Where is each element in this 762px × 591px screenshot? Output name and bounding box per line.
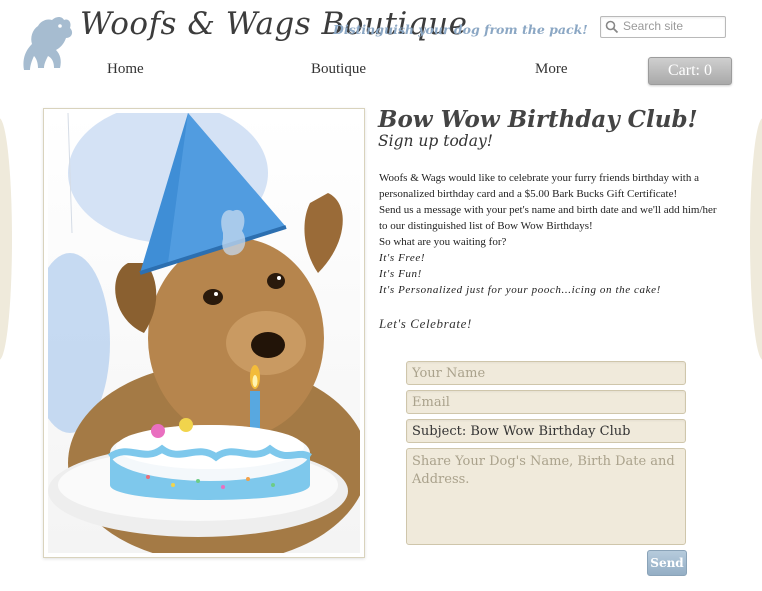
question-line: So what are you waiting for? (379, 236, 507, 248)
page-subtitle: Sign up today! (378, 132, 493, 150)
nav-more[interactable]: More (535, 61, 568, 78)
intro-paragraph: Woofs & Wags would like to celebrate you… (379, 172, 699, 200)
tagline-personalized: It's Personalized just for your pooch...… (379, 284, 661, 296)
right-decoration (750, 118, 762, 360)
cart-button[interactable]: Cart: 0 (648, 57, 732, 85)
nav-home[interactable]: Home (107, 61, 144, 78)
nav-boutique[interactable]: Boutique (311, 61, 366, 78)
email-field[interactable] (406, 390, 686, 414)
logo-dog-icon[interactable] (16, 10, 80, 74)
tagline-fun: It's Fun! (379, 268, 422, 280)
search-box[interactable] (600, 16, 726, 38)
search-icon (605, 20, 619, 34)
send-button[interactable]: Send (647, 550, 687, 576)
page-title: Bow Wow Birthday Club! (378, 106, 698, 133)
message-field[interactable] (406, 448, 686, 545)
tagline-free: It's Free! (379, 252, 426, 264)
article-body: Woofs & Wags would like to celebrate you… (379, 170, 719, 298)
birthday-dog-photo (43, 108, 365, 558)
celebrate-text: Let's Celebrate! (379, 316, 472, 331)
subject-field[interactable] (406, 419, 686, 443)
instructions-paragraph: Send us a message with your pet's name a… (379, 204, 717, 232)
dog-illustration (48, 113, 360, 553)
name-field[interactable] (406, 361, 686, 385)
left-decoration (0, 118, 12, 360)
search-input[interactable] (623, 18, 721, 34)
tagline: Distinguish your dog from the pack! (333, 22, 588, 37)
